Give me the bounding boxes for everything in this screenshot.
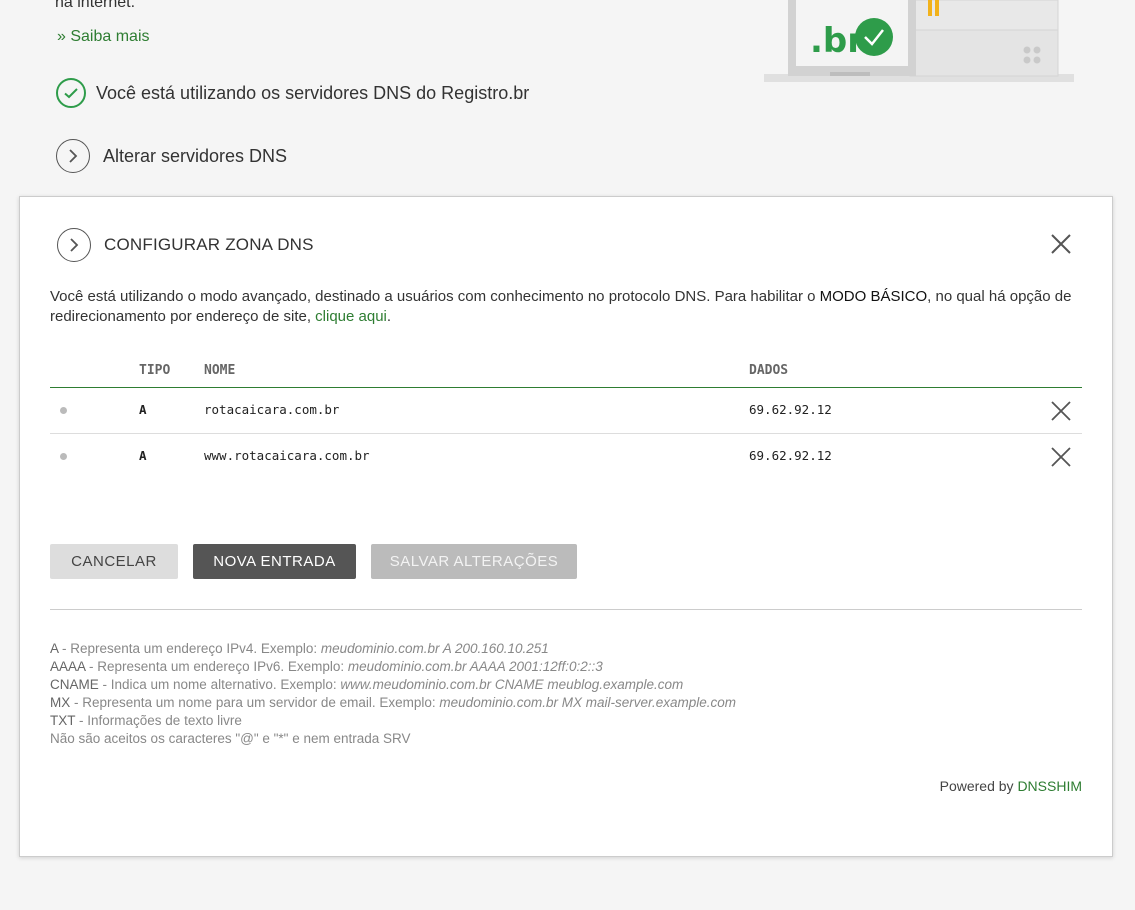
partial-info-text: na internet. [55,0,136,11]
powered-by: Powered by DNSSHIM [940,778,1082,794]
header-dados: DADOS [749,363,789,378]
action-buttons: CANCELAR NOVA ENTRADA SALVAR ALTERAÇÕES [50,544,577,579]
legend-desc: - Representa um endereço IPv4. Exemplo: [58,641,321,656]
panel-title: CONFIGURAR ZONA DNS [104,235,314,254]
dns-records-table: TIPO NOME DADOS A rotacaicara.com.br 69.… [50,357,1082,480]
intro-text: Você está utilizando o modo avançado, de… [50,288,820,305]
check-circle-icon [56,78,86,108]
table-row[interactable]: A www.rotacaicara.com.br 69.62.92.12 [50,434,1082,480]
row-dados: 69.62.92.12 [749,402,832,417]
legend-key: MX [50,695,71,710]
registro-br-illustration: .br [760,0,1080,86]
dns-status-text: Você está utilizando os servidores DNS d… [96,82,530,103]
legend-key: AAAA [50,659,86,674]
row-tipo: A [139,448,147,463]
table-header: TIPO NOME DADOS [50,357,1082,388]
record-types-legend: A - Representa um endereço IPv4. Exemplo… [50,640,736,748]
chevron-right-icon [56,139,90,173]
legend-item: TXT - Informações de texto livre [50,712,736,730]
header-nome: NOME [204,363,236,378]
legend-note: Não são aceitos os caracteres "@" e "*" … [50,731,411,746]
delete-record-icon[interactable] [1050,400,1072,422]
configurar-zona-dns-panel: CONFIGURAR ZONA DNS Você está utilizando… [19,196,1113,857]
new-entry-button[interactable]: NOVA ENTRADA [193,544,356,579]
legend-item: CNAME - Indica um nome alternativo. Exem… [50,676,736,694]
dns-status-row: Você está utilizando os servidores DNS d… [56,78,529,108]
legend-item: MX - Representa um nome para um servidor… [50,694,736,712]
legend-desc: - Informações de texto livre [75,713,242,728]
header-tipo: TIPO [139,363,171,378]
save-changes-button[interactable]: SALVAR ALTERAÇÕES [371,544,577,579]
cancel-button[interactable]: CANCELAR [50,544,178,579]
modo-basico-label: MODO BÁSICO [819,288,928,305]
row-nome: rotacaicara.com.br [204,402,340,417]
panel-header: CONFIGURAR ZONA DNS [57,228,314,262]
row-tipo: A [139,402,147,417]
saiba-mais-link[interactable]: » Saiba mais [57,28,150,46]
intro-end: . [386,308,392,325]
alterar-servidores-label: Alterar servidores DNS [103,145,288,166]
dnsshim-link[interactable]: DNSSHIM [1017,778,1082,794]
row-status-dot [60,453,67,460]
alterar-servidores-dns[interactable]: Alterar servidores DNS [56,139,287,173]
legend-example: meudominio.com.br AAAA 2001:12ff:0:2::3 [347,659,603,674]
legend-key: TXT [50,713,76,728]
legend-example: www.meudominio.com.br CNAME meublog.exam… [340,677,684,692]
legend-desc: - Representa um nome para um servidor de… [70,695,440,710]
powered-by-text: Powered by [939,778,1018,794]
chevron-right-icon[interactable] [57,228,91,262]
table-row[interactable]: A rotacaicara.com.br 69.62.92.12 [50,388,1082,434]
legend-key: CNAME [50,677,99,692]
row-nome: www.rotacaicara.com.br [204,448,370,463]
delete-record-icon[interactable] [1050,446,1072,468]
clique-aqui-link[interactable]: clique aqui [315,308,387,325]
advanced-mode-notice: Você está utilizando o modo avançado, de… [50,287,1080,327]
legend-example: meudominio.com.br MX mail-server.example… [439,695,737,710]
legend-item: AAAA - Representa um endereço IPv6. Exem… [50,658,736,676]
divider [50,609,1082,610]
legend-item: A - Representa um endereço IPv4. Exemplo… [50,640,736,658]
legend-desc: - Representa um endereço IPv6. Exemplo: [85,659,348,674]
close-icon[interactable] [1050,233,1072,255]
legend-example: meudominio.com.br A 200.160.10.251 [320,641,549,656]
row-status-dot [60,407,67,414]
row-dados: 69.62.92.12 [749,448,832,463]
legend-desc: - Indica um nome alternativo. Exemplo: [98,677,341,692]
